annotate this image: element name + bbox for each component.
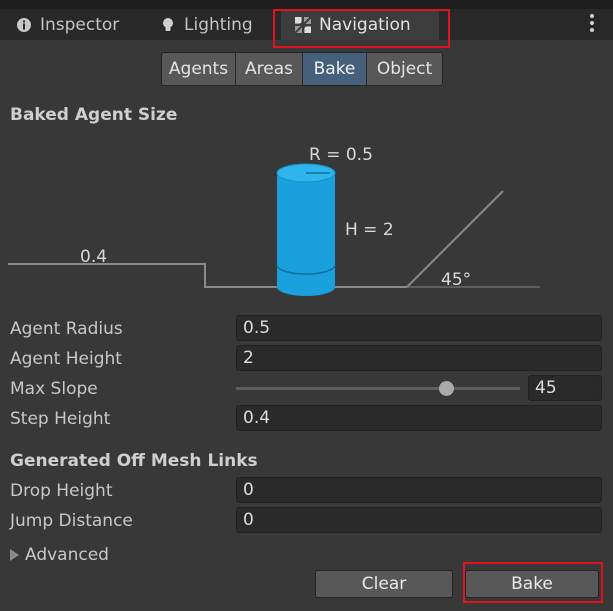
bake-button[interactable]: Bake	[465, 570, 599, 598]
step-height-label: Step Height	[10, 409, 111, 429]
max-slope-field[interactable]: 45	[528, 375, 602, 401]
chevron-right-icon	[10, 549, 19, 561]
tab-lighting[interactable]: Lighting	[146, 9, 276, 40]
agent-height-label: Agent Height	[10, 349, 122, 369]
max-slope-label: Max Slope	[10, 379, 98, 399]
max-slope-slider-track[interactable]	[236, 387, 520, 390]
step-height-field[interactable]: 0.4	[236, 405, 602, 431]
step-label: 0.4	[80, 247, 108, 267]
toolbar-areas-button[interactable]: Areas	[236, 53, 303, 85]
agent-size-diagram	[8, 163, 540, 296]
agent-radius-label: Agent Radius	[10, 319, 123, 339]
toolbar-bake-button[interactable]: Bake	[303, 53, 367, 85]
toolbar-object-button[interactable]: Object	[367, 53, 442, 85]
more-options-icon[interactable]	[589, 14, 595, 35]
tab-bar: Inspector Lighting Navigation	[0, 0, 613, 40]
tab-navigation[interactable]: Navigation	[281, 9, 439, 40]
drop-height-label: Drop Height	[10, 481, 113, 501]
tab-inspector[interactable]: Inspector	[2, 9, 142, 40]
ground-profile	[8, 190, 504, 288]
info-icon	[16, 17, 32, 33]
tab-bar-strip	[0, 0, 613, 9]
toolbar-agents-button[interactable]: Agents	[162, 53, 236, 85]
bulb-icon	[160, 17, 176, 33]
drop-height-field[interactable]: 0	[236, 477, 602, 503]
agent-radius-field[interactable]: 0.5	[236, 315, 602, 341]
tab-label: Inspector	[40, 14, 120, 35]
baked-agent-size-title: Baked Agent Size	[10, 105, 178, 125]
navigation-toolbar: Agents Areas Bake Object	[161, 52, 443, 86]
height-label: H = 2	[345, 220, 394, 240]
agent-cylinder	[276, 163, 336, 296]
jump-distance-label: Jump Distance	[10, 511, 133, 531]
navmesh-icon	[294, 15, 312, 34]
advanced-foldout[interactable]: Advanced	[10, 545, 109, 565]
radius-label: R = 0.5	[309, 145, 373, 165]
max-slope-slider-thumb[interactable]	[439, 381, 454, 396]
tab-label: Navigation	[319, 14, 411, 35]
slope-label: 45°	[441, 270, 472, 290]
jump-distance-field[interactable]: 0	[236, 507, 602, 533]
agent-height-field[interactable]: 2	[236, 345, 602, 371]
tab-label: Lighting	[184, 14, 253, 35]
clear-button[interactable]: Clear	[315, 570, 453, 598]
advanced-label: Advanced	[25, 545, 109, 565]
off-mesh-links-title: Generated Off Mesh Links	[10, 451, 258, 471]
